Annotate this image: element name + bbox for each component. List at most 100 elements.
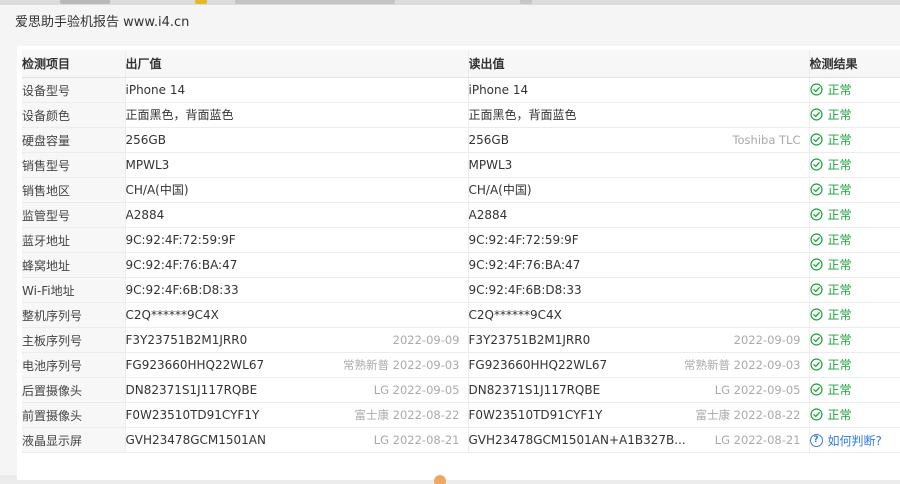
factory-value-cell: DN82371S1J117RQBE LG 2022-09-05: [125, 377, 469, 403]
read-value-cell: 9C:92:4F:76:BA:47: [468, 252, 810, 278]
result-cell: 正常: [809, 152, 900, 178]
read-value: 9C:92:4F:72:59:9F: [468, 233, 579, 247]
read-value: MPWL3: [468, 158, 513, 172]
result-cell: 正常: [809, 102, 900, 128]
result-status: 正常: [809, 356, 852, 373]
read-note: Toshiba TLC: [732, 133, 801, 147]
row-item-label: 整机序列号: [22, 302, 126, 328]
row-item-label: 销售地区: [22, 177, 126, 203]
result-cell: ? 如何判断?: [809, 427, 900, 453]
read-value: C2Q******9C4X: [468, 308, 562, 322]
factory-note: LG 2022-08-21: [373, 433, 460, 447]
factory-value: 9C:92:4F:76:BA:47: [125, 258, 238, 272]
result-status: 正常: [809, 156, 852, 173]
check-circle-icon: [809, 383, 823, 396]
factory-value-cell: A2884: [125, 202, 469, 228]
table-row: 整机序列号 C2Q******9C4X C2Q******9C4X 正常: [22, 302, 900, 328]
result-text: 正常: [827, 158, 852, 172]
read-note: LG 2022-08-21: [714, 433, 801, 447]
tab-icon-fragment: [195, 0, 207, 4]
how-to-judge-link[interactable]: ? 如何判断?: [809, 432, 882, 449]
table-row: 蜂窝地址 9C:92:4F:76:BA:47 9C:92:4F:76:BA:47 正常: [22, 252, 900, 278]
table-row: 销售地区 CH/A(中国) CH/A(中国) 正常: [22, 177, 900, 203]
read-note: 常熟新普 2022-09-03: [684, 358, 801, 372]
factory-value: GVH23478GCM1501AN: [125, 433, 266, 447]
row-item-label: 监管型号: [22, 202, 126, 228]
table-row: 蓝牙地址 9C:92:4F:72:59:9F 9C:92:4F:72:59:9F 正常: [22, 227, 900, 253]
result-status: 正常: [809, 381, 852, 398]
result-text: 正常: [827, 208, 852, 222]
factory-value-cell: F3Y23751B2M1JRR0 2022-09-09: [125, 327, 469, 353]
read-value: 9C:92:4F:76:BA:47: [468, 258, 581, 272]
action-icon: [434, 475, 446, 484]
read-value-cell: 256GB Toshiba TLC: [468, 127, 810, 153]
table-row: 设备颜色 正面黑色，背面蓝色 正面黑色，背面蓝色 正常: [22, 102, 900, 128]
bottom-action-button[interactable]: [418, 474, 538, 484]
read-value-cell: FG923660HHQ22WL67 常熟新普 2022-09-03: [468, 352, 810, 378]
check-circle-icon: [809, 283, 823, 296]
row-item-label: 电池序列号: [22, 352, 126, 378]
factory-value: 9C:92:4F:6B:D8:33: [125, 283, 239, 297]
check-circle-icon: [809, 308, 823, 321]
table-row: 设备型号 iPhone 14 iPhone 14 正常: [22, 77, 900, 103]
row-item-label: 蓝牙地址: [22, 227, 126, 253]
result-status: 正常: [809, 106, 852, 123]
row-item-label: 设备型号: [22, 77, 126, 103]
check-circle-icon: [809, 233, 823, 246]
check-circle-icon: [809, 258, 823, 271]
read-value: 256GB: [468, 133, 509, 147]
result-cell: 正常: [809, 252, 900, 278]
result-status: 正常: [809, 181, 852, 198]
row-item-label: 蜂窝地址: [22, 252, 126, 278]
result-link-text: 如何判断?: [827, 434, 882, 448]
header-read-value: 读出值: [468, 50, 810, 78]
read-value-cell: GVH23478GCM1501AN+A1B327B... LG 2022-08-2…: [468, 427, 810, 453]
factory-value: 256GB: [125, 133, 166, 147]
row-item-label: 液晶显示屏: [22, 427, 126, 453]
table-row: 电池序列号 FG923660HHQ22WL67 常熟新普 2022-09-03 FG9…: [22, 352, 900, 378]
table-row: 前置摄像头 F0W23510TD91CYF1Y 富士康 2022-08-22 F0W2…: [22, 402, 900, 428]
table-row: Wi-Fi地址 9C:92:4F:6B:D8:33 9C:92:4F:6B:D8:3…: [22, 277, 900, 303]
read-value-cell: F0W23510TD91CYF1Y 富士康 2022-08-22: [468, 402, 810, 428]
read-value-cell: F3Y23751B2M1JRR0 2022-09-09: [468, 327, 810, 353]
factory-note: 常熟新普 2022-09-03: [343, 358, 460, 372]
check-circle-icon: [809, 358, 823, 371]
table-row: 硬盘容量 256GB 256GB Toshiba TLC 正常: [22, 127, 900, 153]
read-value-cell: 9C:92:4F:6B:D8:33: [468, 277, 810, 303]
result-status: 正常: [809, 206, 852, 223]
table-header-row: 检测项目 出厂值 读出值 检测结果: [22, 50, 900, 78]
result-text: 正常: [827, 408, 852, 422]
factory-value-cell: CH/A(中国): [125, 177, 469, 203]
result-cell: 正常: [809, 227, 900, 253]
row-item-label: 硬盘容量: [22, 127, 126, 153]
row-item-label: 后置摄像头: [22, 377, 126, 403]
table-row: 后置摄像头 DN82371S1J117RQBE LG 2022-09-05 DN823…: [22, 377, 900, 403]
inspection-table: 检测项目 出厂值 读出值 检测结果 设备型号 iPhone 14 iPhone 14…: [22, 50, 900, 453]
factory-value: A2884: [125, 208, 165, 222]
table-row: 液晶显示屏 GVH23478GCM1501AN LG 2022-08-21 GVH23…: [22, 427, 900, 453]
table-row: 销售型号 MPWL3 MPWL3 正常: [22, 152, 900, 178]
factory-value-cell: MPWL3: [125, 152, 469, 178]
result-cell: 正常: [809, 177, 900, 203]
read-value-cell: 正面黑色，背面蓝色: [468, 102, 810, 128]
read-note: 2022-09-09: [733, 333, 801, 347]
result-status: 正常: [809, 81, 852, 98]
factory-note: 富士康 2022-08-22: [354, 408, 460, 422]
header-factory-value: 出厂值: [125, 50, 469, 78]
factory-value: iPhone 14: [125, 83, 186, 97]
result-status: 正常: [809, 331, 852, 348]
result-text: 正常: [827, 308, 852, 322]
read-value: 正面黑色，背面蓝色: [468, 108, 577, 122]
read-value-cell: A2884: [468, 202, 810, 228]
result-cell: 正常: [809, 402, 900, 428]
result-text: 正常: [827, 233, 852, 247]
result-cell: 正常: [809, 352, 900, 378]
row-item-label: Wi-Fi地址: [22, 277, 126, 303]
result-status: 正常: [809, 231, 852, 248]
read-value: F3Y23751B2M1JRR0: [468, 333, 591, 347]
factory-value-cell: GVH23478GCM1501AN LG 2022-08-21: [125, 427, 469, 453]
read-value-cell: 9C:92:4F:72:59:9F: [468, 227, 810, 253]
result-status: 正常: [809, 256, 852, 273]
factory-value: 9C:92:4F:72:59:9F: [125, 233, 236, 247]
table-row: 监管型号 A2884 A2884 正常: [22, 202, 900, 228]
